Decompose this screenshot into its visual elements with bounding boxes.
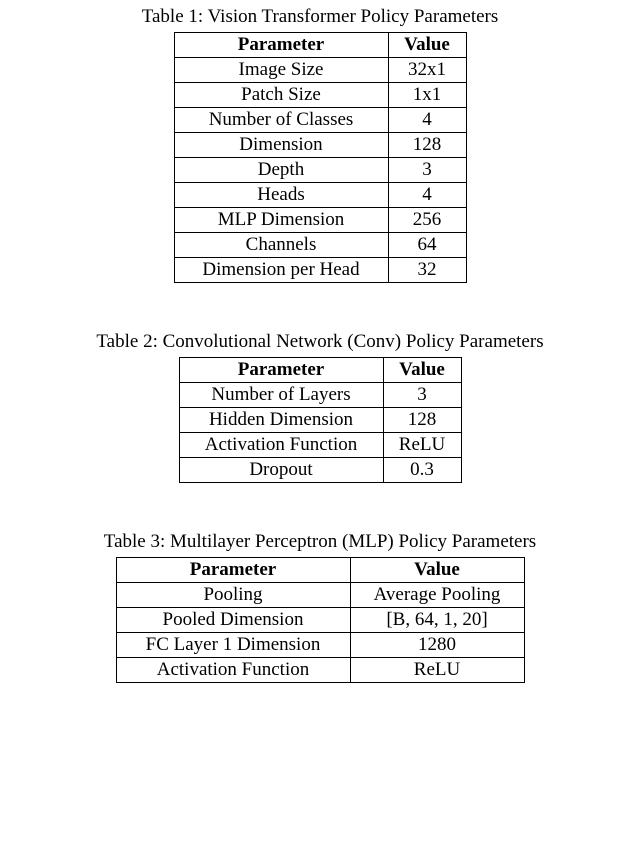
table-row: Channels64 bbox=[174, 233, 466, 258]
table-row: Depth3 bbox=[174, 158, 466, 183]
table-row: Activation FunctionReLU bbox=[116, 658, 524, 683]
table-2-caption: Table 2: Convolutional Network (Conv) Po… bbox=[96, 331, 543, 353]
table-header-row: Parameter Value bbox=[179, 358, 461, 383]
param-cell: Dropout bbox=[179, 458, 383, 483]
table-row: Patch Size1x1 bbox=[174, 83, 466, 108]
param-cell: Dimension per Head bbox=[174, 258, 388, 283]
value-cell: 128 bbox=[388, 133, 466, 158]
param-cell: Dimension bbox=[174, 133, 388, 158]
table-3: Parameter Value PoolingAverage Pooling P… bbox=[116, 557, 525, 683]
col-header-parameter: Parameter bbox=[116, 558, 350, 583]
param-cell: Hidden Dimension bbox=[179, 408, 383, 433]
param-cell: FC Layer 1 Dimension bbox=[116, 633, 350, 658]
param-cell: Heads bbox=[174, 183, 388, 208]
param-cell: Pooled Dimension bbox=[116, 608, 350, 633]
table-row: Image Size32x1 bbox=[174, 58, 466, 83]
value-cell: ReLU bbox=[383, 433, 461, 458]
table-header-row: Parameter Value bbox=[116, 558, 524, 583]
param-cell: Channels bbox=[174, 233, 388, 258]
value-cell: Average Pooling bbox=[350, 583, 524, 608]
value-cell: 4 bbox=[388, 183, 466, 208]
value-cell: 0.3 bbox=[383, 458, 461, 483]
param-cell: Pooling bbox=[116, 583, 350, 608]
col-header-value: Value bbox=[383, 358, 461, 383]
value-cell: 1x1 bbox=[388, 83, 466, 108]
table-row: Dimension per Head32 bbox=[174, 258, 466, 283]
value-cell: 32x1 bbox=[388, 58, 466, 83]
table-row: FC Layer 1 Dimension1280 bbox=[116, 633, 524, 658]
param-cell: Patch Size bbox=[174, 83, 388, 108]
param-cell: Depth bbox=[174, 158, 388, 183]
value-cell: 128 bbox=[383, 408, 461, 433]
table-row: Dropout0.3 bbox=[179, 458, 461, 483]
table-1-caption: Table 1: Vision Transformer Policy Param… bbox=[142, 6, 499, 28]
value-cell: [B, 64, 1, 20] bbox=[350, 608, 524, 633]
table-row: Number of Classes4 bbox=[174, 108, 466, 133]
value-cell: 32 bbox=[388, 258, 466, 283]
table-2: Parameter Value Number of Layers3 Hidden… bbox=[179, 357, 462, 483]
page-content: Table 1: Vision Transformer Policy Param… bbox=[0, 0, 640, 683]
param-cell: Image Size bbox=[174, 58, 388, 83]
col-header-value: Value bbox=[388, 33, 466, 58]
table-row: Dimension128 bbox=[174, 133, 466, 158]
table-row: Heads4 bbox=[174, 183, 466, 208]
table-row: Number of Layers3 bbox=[179, 383, 461, 408]
value-cell: ReLU bbox=[350, 658, 524, 683]
param-cell: Number of Layers bbox=[179, 383, 383, 408]
value-cell: 256 bbox=[388, 208, 466, 233]
param-cell: MLP Dimension bbox=[174, 208, 388, 233]
table-row: Activation FunctionReLU bbox=[179, 433, 461, 458]
col-header-value: Value bbox=[350, 558, 524, 583]
value-cell: 1280 bbox=[350, 633, 524, 658]
table-row: PoolingAverage Pooling bbox=[116, 583, 524, 608]
col-header-parameter: Parameter bbox=[174, 33, 388, 58]
table-header-row: Parameter Value bbox=[174, 33, 466, 58]
table-3-caption: Table 3: Multilayer Perceptron (MLP) Pol… bbox=[104, 531, 536, 553]
table-row: Hidden Dimension128 bbox=[179, 408, 461, 433]
param-cell: Number of Classes bbox=[174, 108, 388, 133]
table-row: Pooled Dimension[B, 64, 1, 20] bbox=[116, 608, 524, 633]
param-cell: Activation Function bbox=[179, 433, 383, 458]
value-cell: 4 bbox=[388, 108, 466, 133]
value-cell: 64 bbox=[388, 233, 466, 258]
table-row: MLP Dimension256 bbox=[174, 208, 466, 233]
col-header-parameter: Parameter bbox=[179, 358, 383, 383]
value-cell: 3 bbox=[383, 383, 461, 408]
value-cell: 3 bbox=[388, 158, 466, 183]
table-1: Parameter Value Image Size32x1 Patch Siz… bbox=[174, 32, 467, 283]
param-cell: Activation Function bbox=[116, 658, 350, 683]
